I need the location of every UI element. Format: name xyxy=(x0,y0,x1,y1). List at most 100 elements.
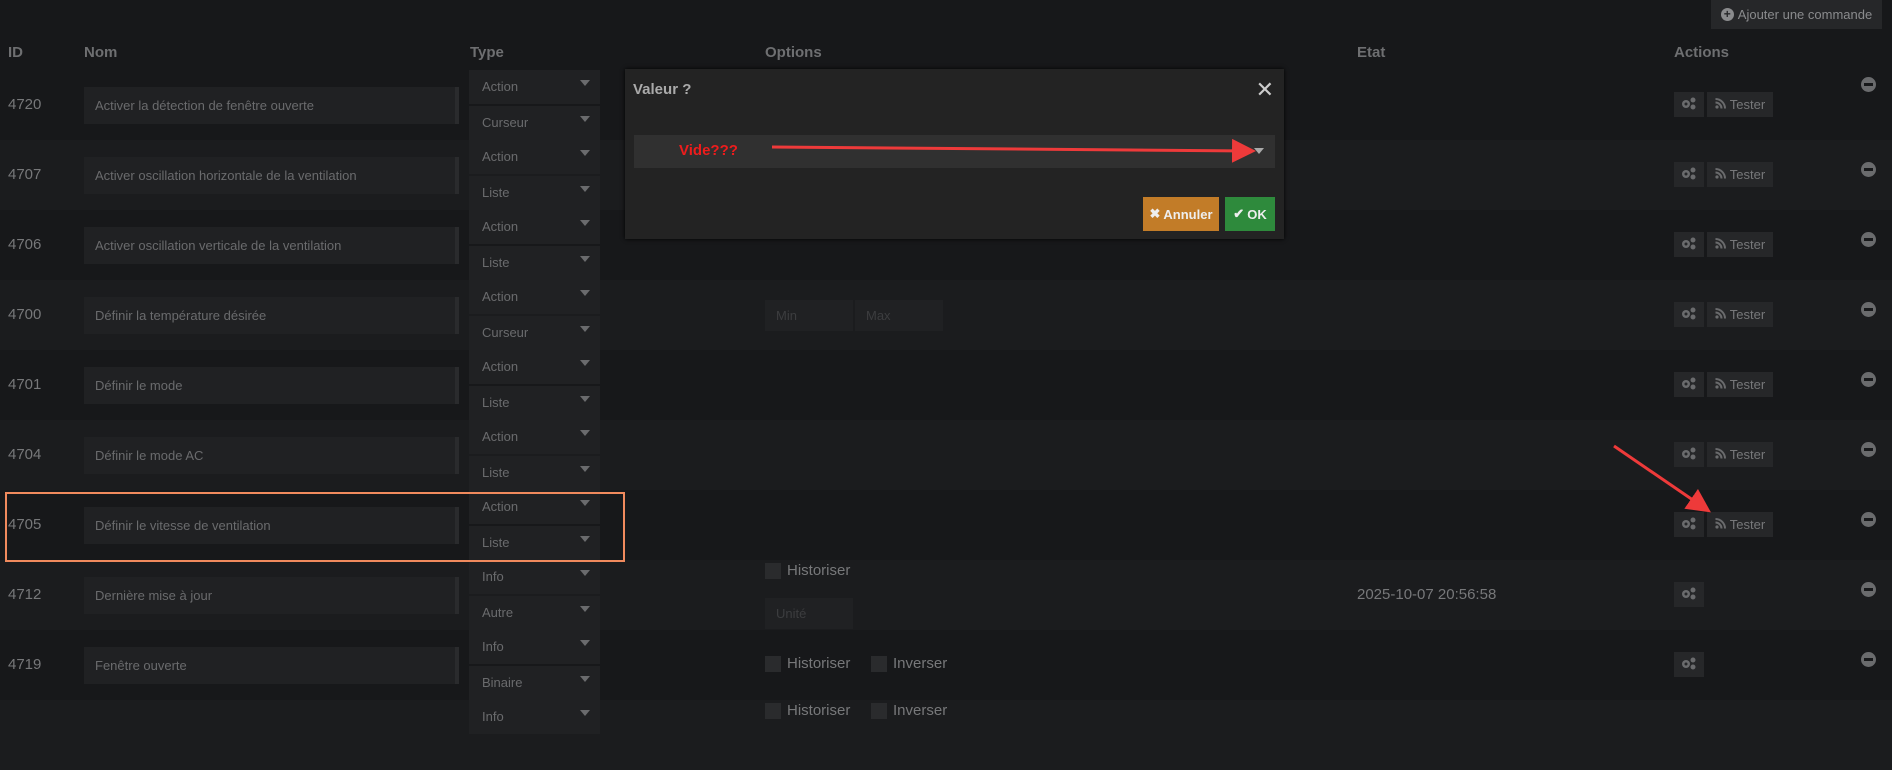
remove-command-icon[interactable] xyxy=(1861,442,1876,457)
command-name-input[interactable]: Activer oscillation horizontale de la ve… xyxy=(84,157,459,194)
inverser-label: Inverser xyxy=(893,702,948,719)
rss-icon xyxy=(1715,167,1726,182)
modal-title: Valeur ? xyxy=(633,81,692,98)
gears-icon xyxy=(1681,307,1697,323)
plus-circle-icon: + xyxy=(1720,8,1734,21)
gears-icon xyxy=(1681,587,1697,603)
subtype-select[interactable]: Liste xyxy=(469,176,600,210)
remove-command-icon[interactable] xyxy=(1861,512,1876,527)
command-id: 4701 xyxy=(8,376,42,393)
inverser-checkbox[interactable]: Inverser xyxy=(871,655,947,672)
value-select[interactable]: Vide??? xyxy=(634,135,1275,168)
remove-command-icon[interactable] xyxy=(1861,372,1876,387)
ok-button[interactable]: ✔ OK xyxy=(1225,197,1275,231)
command-id: 4707 xyxy=(8,166,42,183)
command-name-input[interactable]: Dernière mise à jour xyxy=(84,577,459,614)
type-select[interactable]: Info xyxy=(469,630,600,664)
subtype-select[interactable]: Binaire xyxy=(469,666,600,700)
table-row: 4704 Définir le mode AC Action Liste Tester xyxy=(0,420,1892,490)
remove-command-icon[interactable] xyxy=(1861,582,1876,597)
header-etat: Etat xyxy=(1357,44,1386,61)
subtype-select[interactable]: Curseur xyxy=(469,106,600,140)
tester-button[interactable]: Tester xyxy=(1707,512,1773,537)
min-input[interactable]: Min xyxy=(765,300,853,331)
type-select[interactable]: Action xyxy=(469,140,600,174)
tester-button[interactable]: Tester xyxy=(1707,162,1773,187)
tester-button[interactable]: Tester xyxy=(1707,442,1773,467)
subtype-select[interactable]: Curseur xyxy=(469,316,600,350)
add-command-button[interactable]: + Ajouter une commande xyxy=(1711,0,1882,29)
type-select[interactable]: Info xyxy=(469,560,600,594)
gears-icon xyxy=(1681,97,1697,113)
tester-button[interactable]: Tester xyxy=(1707,302,1773,327)
remove-command-icon[interactable] xyxy=(1861,652,1876,667)
configure-button[interactable] xyxy=(1674,232,1704,257)
command-name-input[interactable]: Fenêtre ouverte xyxy=(84,647,459,684)
command-id: 4706 xyxy=(8,236,42,253)
unit-input[interactable]: Unité xyxy=(765,598,853,629)
command-name-input[interactable]: Définir le mode AC xyxy=(84,437,459,474)
subtype-select[interactable]: Liste xyxy=(469,246,600,280)
configure-button[interactable] xyxy=(1674,372,1704,397)
configure-button[interactable] xyxy=(1674,512,1704,537)
command-id: 4719 xyxy=(8,656,42,673)
tester-label: Tester xyxy=(1729,97,1766,112)
remove-command-icon[interactable] xyxy=(1861,302,1876,317)
cancel-label: Annuler xyxy=(1163,206,1213,222)
close-icon[interactable]: ✕ xyxy=(1256,77,1274,103)
command-name-input[interactable]: Définir le mode xyxy=(84,367,459,404)
tester-button[interactable]: Tester xyxy=(1707,92,1773,117)
remove-command-icon[interactable] xyxy=(1861,232,1876,247)
type-select[interactable]: Action xyxy=(469,350,600,384)
subtype-select[interactable]: Liste xyxy=(469,456,600,490)
historiser-label: Historiser xyxy=(787,702,851,719)
command-name-input[interactable]: Activer la détection de fenêtre ouverte xyxy=(84,87,459,124)
configure-button[interactable] xyxy=(1674,582,1704,607)
type-select[interactable]: Info xyxy=(469,700,600,734)
configure-button[interactable] xyxy=(1674,302,1704,327)
configure-button[interactable] xyxy=(1674,442,1704,467)
subtype-select[interactable]: Liste xyxy=(469,386,600,420)
historiser-checkbox[interactable]: Historiser xyxy=(765,562,850,579)
check-icon: ✔ xyxy=(1233,206,1245,221)
tester-label: Tester xyxy=(1729,517,1766,532)
tester-button[interactable]: Tester xyxy=(1707,372,1773,397)
header-id: ID xyxy=(8,44,23,61)
remove-command-icon[interactable] xyxy=(1861,162,1876,177)
inverser-checkbox[interactable]: Inverser xyxy=(871,702,947,719)
tester-label: Tester xyxy=(1729,377,1766,392)
gears-icon xyxy=(1681,657,1697,673)
historiser-checkbox[interactable]: Historiser xyxy=(765,702,850,719)
subtype-select[interactable]: Autre xyxy=(469,596,600,630)
tester-label: Tester xyxy=(1729,307,1766,322)
gears-icon xyxy=(1681,237,1697,253)
header-nom: Nom xyxy=(84,44,118,61)
configure-button[interactable] xyxy=(1674,652,1704,677)
historiser-checkbox[interactable]: Historiser xyxy=(765,655,850,672)
add-command-label: Ajouter une commande xyxy=(1737,7,1873,22)
highlight-box xyxy=(5,492,625,562)
rss-icon xyxy=(1715,237,1726,252)
max-input[interactable]: Max xyxy=(855,300,943,331)
type-select[interactable]: Action xyxy=(469,210,600,244)
table-row: 4700 Définir la température désirée Action… xyxy=(0,280,1892,350)
rss-icon xyxy=(1715,517,1726,532)
configure-button[interactable] xyxy=(1674,162,1704,187)
remove-command-icon[interactable] xyxy=(1861,77,1876,92)
command-name-input[interactable]: Définir la température désirée xyxy=(84,297,459,334)
tester-button[interactable]: Tester xyxy=(1707,232,1773,257)
type-select[interactable]: Action xyxy=(469,420,600,454)
gears-icon xyxy=(1681,167,1697,183)
command-name-input[interactable]: Activer oscillation verticale de la vent… xyxy=(84,227,459,264)
gears-icon xyxy=(1681,377,1697,393)
configure-button[interactable] xyxy=(1674,92,1704,117)
cancel-button[interactable]: ✖ Annuler xyxy=(1143,197,1219,231)
header-actions: Actions xyxy=(1674,44,1730,61)
ok-label: OK xyxy=(1247,206,1267,222)
table-row: 4719 Fenêtre ouverte Info Binaire Historiser… xyxy=(0,630,1892,700)
type-select[interactable]: Action xyxy=(469,280,600,314)
value-modal: Valeur ? ✕ Vide??? ✖ Annuler ✔ OK xyxy=(625,69,1284,239)
type-select[interactable]: Action xyxy=(469,70,600,104)
gears-icon xyxy=(1681,517,1697,533)
tester-label: Tester xyxy=(1729,447,1766,462)
